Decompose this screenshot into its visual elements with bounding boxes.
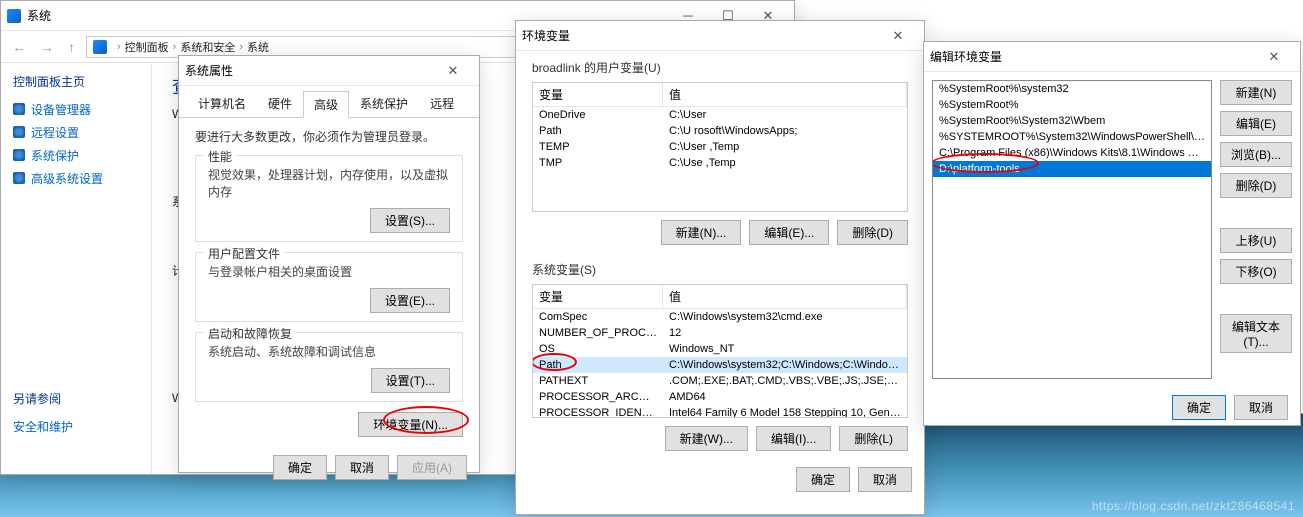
nav-fwd[interactable]: → xyxy=(37,39,57,55)
sidebar-item-protection[interactable]: 系统保护 xyxy=(13,144,139,167)
settings-t-button[interactable]: 设置(T)... xyxy=(371,368,450,393)
list-item[interactable]: %SYSTEMROOT%\System32\WindowsPowerShell\… xyxy=(933,129,1211,145)
sidebar-item-advanced[interactable]: 高级系统设置 xyxy=(13,167,139,190)
system-icon xyxy=(7,9,21,23)
table-row[interactable]: TMPC:\Use ,Temp xyxy=(533,155,907,171)
side-button[interactable]: 编辑文本(T)... xyxy=(1220,314,1292,353)
user-delete-button[interactable]: 删除(D) xyxy=(837,220,908,245)
user-vars-label: broadlink 的用户变量(U) xyxy=(516,51,924,78)
side-button[interactable]: 浏览(B)... xyxy=(1220,142,1292,167)
list-item[interactable]: D:\platform-tools xyxy=(933,161,1211,177)
user-new-button[interactable]: 新建(N)... xyxy=(661,220,742,245)
ok-button[interactable]: 确定 xyxy=(1172,395,1226,420)
sys-vars-table[interactable]: 变量值 ComSpecC:\Windows\system32\cmd.exeNU… xyxy=(532,284,908,418)
group-startup: 启动和故障恢复 系统启动、系统故障和调试信息 设置(T)... xyxy=(195,332,463,402)
see-also-header: 另请参阅 xyxy=(13,390,139,407)
cancel-button[interactable]: 取消 xyxy=(1234,395,1288,420)
tab-hardware[interactable]: 硬件 xyxy=(257,90,303,117)
list-item[interactable]: %SystemRoot% xyxy=(933,97,1211,113)
cancel-button[interactable]: 取消 xyxy=(858,467,912,492)
settings-s-button[interactable]: 设置(S)... xyxy=(370,208,450,233)
side-button[interactable]: 上移(U) xyxy=(1220,228,1292,253)
sys-new-button[interactable]: 新建(W)... xyxy=(665,426,748,451)
table-row[interactable]: PathC:\Windows\system32;C:\Windows;C:\Wi… xyxy=(533,357,907,373)
group-performance: 性能 视觉效果，处理器计划，内存使用，以及虚拟内存 设置(S)... xyxy=(195,155,463,242)
sys-delete-button[interactable]: 删除(L) xyxy=(839,426,908,451)
table-row[interactable]: NUMBER_OF_PROCESSORS12 xyxy=(533,325,907,341)
nav-back[interactable]: ← xyxy=(9,39,29,55)
dialog-title: 编辑环境变量 xyxy=(930,48,1254,65)
close-button[interactable]: ✕ xyxy=(878,28,918,44)
side-button[interactable]: 删除(D) xyxy=(1220,173,1292,198)
sys-vars-label: 系统变量(S) xyxy=(516,253,924,280)
tabs: 计算机名 硬件 高级 系统保护 远程 xyxy=(179,86,479,118)
ok-button[interactable]: 确定 xyxy=(796,467,850,492)
system-properties-dialog: 系统属性 ✕ 计算机名 硬件 高级 系统保护 远程 要进行大多数更改，你必须作为… xyxy=(178,55,480,473)
table-row[interactable]: PROCESSOR_IDENTIFIERIntel64 Family 6 Mod… xyxy=(533,405,907,418)
edit-env-var-dialog: 编辑环境变量 ✕ %SystemRoot%\system32%SystemRoo… xyxy=(923,41,1301,426)
env-vars-dialog: 环境变量 ✕ broadlink 的用户变量(U) 变量值 OneDriveC:… xyxy=(515,20,925,515)
tab-remote[interactable]: 远程 xyxy=(419,90,465,117)
path-list[interactable]: %SystemRoot%\system32%SystemRoot%%System… xyxy=(932,80,1212,379)
sidebar-item-device-manager[interactable]: 设备管理器 xyxy=(13,98,139,121)
table-row[interactable]: PathC:\U rosoft\WindowsApps; xyxy=(533,123,907,139)
side-button[interactable]: 编辑(E) xyxy=(1220,111,1292,136)
sidebar: 控制面板主页 设备管理器 远程设置 系统保护 高级系统设置 另请参阅 安全和维护 xyxy=(1,63,151,474)
table-row[interactable]: TEMPC:\User ,Temp xyxy=(533,139,907,155)
env-vars-button[interactable]: 环境变量(N)... xyxy=(358,412,463,437)
list-item[interactable]: C:\Program Files (x86)\Windows Kits\8.1\… xyxy=(933,145,1211,161)
table-row[interactable]: ComSpecC:\Windows\system32\cmd.exe xyxy=(533,309,907,325)
group-profiles: 用户配置文件 与登录帐户相关的桌面设置 设置(E)... xyxy=(195,252,463,322)
table-row[interactable]: PROCESSOR_ARCHITECT...AMD64 xyxy=(533,389,907,405)
user-edit-button[interactable]: 编辑(E)... xyxy=(749,220,829,245)
side-button[interactable]: 新建(N) xyxy=(1220,80,1292,105)
apply-button[interactable]: 应用(A) xyxy=(397,455,467,480)
nav-up[interactable]: ↑ xyxy=(65,39,78,55)
sidebar-item-remote[interactable]: 远程设置 xyxy=(13,121,139,144)
close-button[interactable]: ✕ xyxy=(1254,49,1294,65)
admin-note: 要进行大多数更改，你必须作为管理员登录。 xyxy=(195,128,463,145)
tab-computer-name[interactable]: 计算机名 xyxy=(187,90,257,117)
close-button[interactable]: ✕ xyxy=(433,63,473,79)
tab-advanced[interactable]: 高级 xyxy=(303,91,349,118)
side-button[interactable]: 下移(O) xyxy=(1220,259,1292,284)
list-item[interactable]: %SystemRoot%\system32 xyxy=(933,81,1211,97)
pc-icon xyxy=(93,40,107,54)
dialog-title: 系统属性 xyxy=(185,62,433,79)
settings-e-button[interactable]: 设置(E)... xyxy=(370,288,450,313)
sidebar-header[interactable]: 控制面板主页 xyxy=(13,73,139,90)
sys-edit-button[interactable]: 编辑(I)... xyxy=(756,426,831,451)
cancel-button[interactable]: 取消 xyxy=(335,455,389,480)
list-item[interactable]: %SystemRoot%\System32\Wbem xyxy=(933,113,1211,129)
table-row[interactable]: OSWindows_NT xyxy=(533,341,907,357)
ok-button[interactable]: 确定 xyxy=(273,455,327,480)
tab-protection[interactable]: 系统保护 xyxy=(349,90,419,117)
watermark: https://blog.csdn.net/zkt286468541 xyxy=(1092,499,1295,513)
table-row[interactable]: PATHEXT.COM;.EXE;.BAT;.CMD;.VBS;.VBE;.JS… xyxy=(533,373,907,389)
table-row[interactable]: OneDriveC:\User xyxy=(533,107,907,123)
see-also-security[interactable]: 安全和维护 xyxy=(13,415,139,438)
dialog-title: 环境变量 xyxy=(522,27,878,44)
user-vars-table[interactable]: 变量值 OneDriveC:\UserPathC:\U rosoft\Windo… xyxy=(532,82,908,212)
